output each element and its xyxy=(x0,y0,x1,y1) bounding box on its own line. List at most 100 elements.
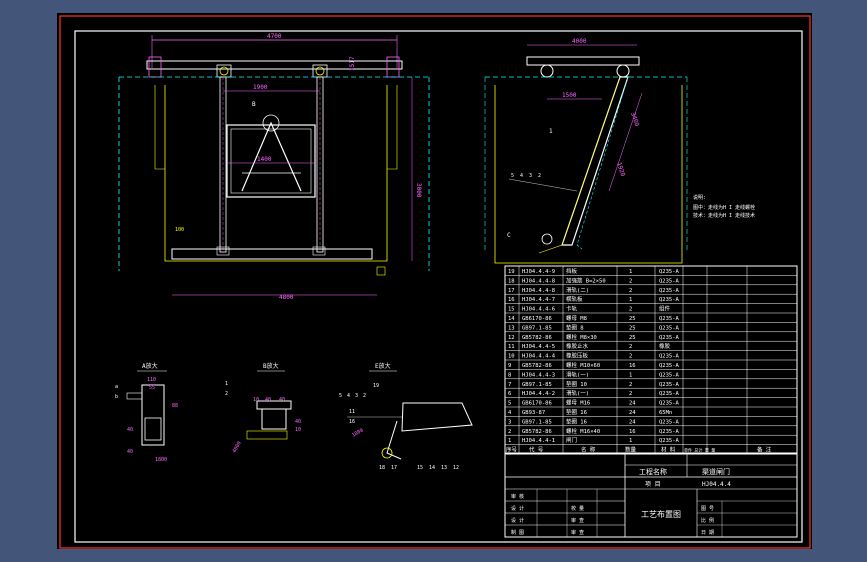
cad-screen: 4700 B 1400 1900 1517 3000 100 4800 4000… xyxy=(0,0,867,562)
bom-cell: GB93-87 xyxy=(522,410,545,416)
tb-sign-1-a: 设 计 xyxy=(511,505,524,512)
bom-cell: Q235-A xyxy=(659,372,680,378)
bom-cell: HJ04.4.4-8 xyxy=(522,278,555,284)
bom-cell: 25 xyxy=(629,335,636,341)
bom-cell: 横轨板 xyxy=(566,295,583,303)
bom-cell: 2 xyxy=(629,391,632,397)
bom-cell: 24 xyxy=(629,401,636,407)
bom-cell: GB6170-86 xyxy=(522,316,552,322)
bom-cell: 14 xyxy=(508,316,515,322)
side-dim-offset: 1500 xyxy=(562,92,577,99)
bom-cell: 6 xyxy=(508,391,511,397)
bom-cell: 2 xyxy=(629,307,632,313)
detail-e-label-5: 11 xyxy=(349,409,355,415)
detail-a-dim-4: 40 xyxy=(127,449,133,455)
bom-cell: Q235-A xyxy=(659,382,680,388)
bom-cell: 滑轨(一) xyxy=(566,370,589,378)
bom-cell: 2 xyxy=(629,288,632,294)
detail-e-label-4: 19 xyxy=(373,383,379,389)
bom-cell: Q235-A xyxy=(659,278,680,284)
detail-b-dim-2: 40 xyxy=(279,397,285,403)
bom-cell: 25 xyxy=(629,316,636,322)
bom-cell: 16 xyxy=(629,363,636,369)
bom-cell: 1 xyxy=(629,372,632,378)
bom-cell: Q235-A xyxy=(659,316,680,322)
bom-cell: 螺母 M16 xyxy=(566,399,590,407)
bom-cell: 卡轨 xyxy=(566,305,578,313)
tb-project-label: 工程名称 xyxy=(639,467,667,476)
tb-sign-2-a: 设 计 xyxy=(511,517,524,524)
bom-cell: 2 xyxy=(629,354,632,360)
bom-cell: 橡胶止水 xyxy=(566,342,589,350)
bom-cell: GB5782-86 xyxy=(522,335,552,341)
bom-cell: 18 xyxy=(508,278,515,284)
drawing-sheet: 4700 B 1400 1900 1517 3000 100 4800 4000… xyxy=(57,13,812,549)
bom-cell: 2 xyxy=(629,278,632,284)
detail-e-label-8: 17 xyxy=(391,465,397,471)
inner-frame xyxy=(74,30,803,543)
detail-b-title: B放大 xyxy=(263,362,279,370)
bom-cell: 橡胶 xyxy=(659,342,671,350)
detail-e-label-2: 3 xyxy=(355,393,358,399)
bom-cell: Q235-A xyxy=(659,363,680,369)
side-part-4: 4 xyxy=(520,173,523,179)
bom-cell: GB5782-86 xyxy=(522,363,552,369)
detail-a-mark-1: b xyxy=(115,394,118,400)
bom-cell: Q235-A xyxy=(659,401,680,407)
detail-e-label-10: 14 xyxy=(429,465,435,471)
bom-cell: 9 xyxy=(508,363,511,369)
bom-cell: 24 xyxy=(629,419,636,425)
detail-e-label-1: 4 xyxy=(347,393,350,399)
front-callout-b: B xyxy=(252,101,256,108)
bom-cell: 垫圈 10 xyxy=(566,380,587,388)
bom-cell: 17 xyxy=(508,288,515,294)
tb-right-2: 日 期 xyxy=(701,530,714,536)
bom-cell: Q235-A xyxy=(659,354,680,360)
bom-cell: Q235-A xyxy=(659,335,680,341)
bom-cell: HJ04.4.4-6 xyxy=(522,307,555,313)
detail-e-dim-13: 1800 xyxy=(351,428,364,439)
bom-cell: Q235-A xyxy=(659,325,680,331)
bom-cell: Q235-A xyxy=(659,391,680,397)
bom-cell: 垫圈 8 xyxy=(566,323,584,331)
bom-cell: 10 xyxy=(508,354,515,360)
front-dim-top: 4700 xyxy=(267,33,282,40)
tb-drawing-name: 工艺布置图 xyxy=(641,509,681,519)
detail-e-label-11: 13 xyxy=(441,465,447,471)
bom-cell: GB97.1-85 xyxy=(522,382,552,388)
bom-cell: HJ04.4.4-2 xyxy=(522,391,555,397)
front-dim-mid: 1900 xyxy=(253,84,268,91)
bom-cell: 闸门 xyxy=(566,436,577,444)
bom-cell: 16 xyxy=(508,297,515,303)
side-part-2: 2 xyxy=(538,173,541,179)
detail-e-label-3: 2 xyxy=(363,393,366,399)
tb-sign-2-b: 审 查 xyxy=(571,517,584,524)
bom-cell: Q235-A xyxy=(659,297,680,303)
bom-cell: 13 xyxy=(508,325,515,331)
bom-cell: Q235-A xyxy=(659,419,680,425)
bom-cell: HJ04.4.4-3 xyxy=(522,372,555,378)
bom-cell: 螺栓 M16×40 xyxy=(566,427,600,435)
detail-b-dim-5: 4000 xyxy=(232,441,243,454)
bom-cell: 65Mn xyxy=(659,410,672,416)
bom-cell: 垫圈 16 xyxy=(566,408,587,416)
side-dim-len1: 3400 xyxy=(629,111,640,127)
bom-cell: Q235-A xyxy=(659,288,680,294)
bom-cell: 1 xyxy=(629,438,632,444)
side-dim-top: 4000 xyxy=(572,38,587,45)
front-dim-bottom: 4800 xyxy=(279,294,294,301)
bom-header-cell: 数量 xyxy=(625,446,637,454)
tb-item-value: HJ04.4.4 xyxy=(702,481,731,488)
bom-cell: 2 xyxy=(629,344,632,350)
side-dim-len2: 1920 xyxy=(615,161,626,177)
bom-header-cell: 代 号 xyxy=(529,446,544,454)
detail-b-dim-1: 40 xyxy=(265,397,271,403)
bom-cell: 螺栓 M10×60 xyxy=(566,361,600,369)
bom-cell: 组件 xyxy=(659,305,671,313)
bom-cell: HJ04.4.4-4 xyxy=(522,354,556,360)
detail-b-dim-0: 10 xyxy=(253,397,259,403)
bom-cell: 螺母 M8 xyxy=(566,314,587,322)
bom-cell: 滑轨(二) xyxy=(566,286,589,294)
bom-cell: GB97.1-85 xyxy=(522,419,552,425)
title-block: 工程名称 渠道闸门 项 目 HJ04.4.4 工艺布置图 审 核 设 计 校 量… xyxy=(504,452,798,538)
